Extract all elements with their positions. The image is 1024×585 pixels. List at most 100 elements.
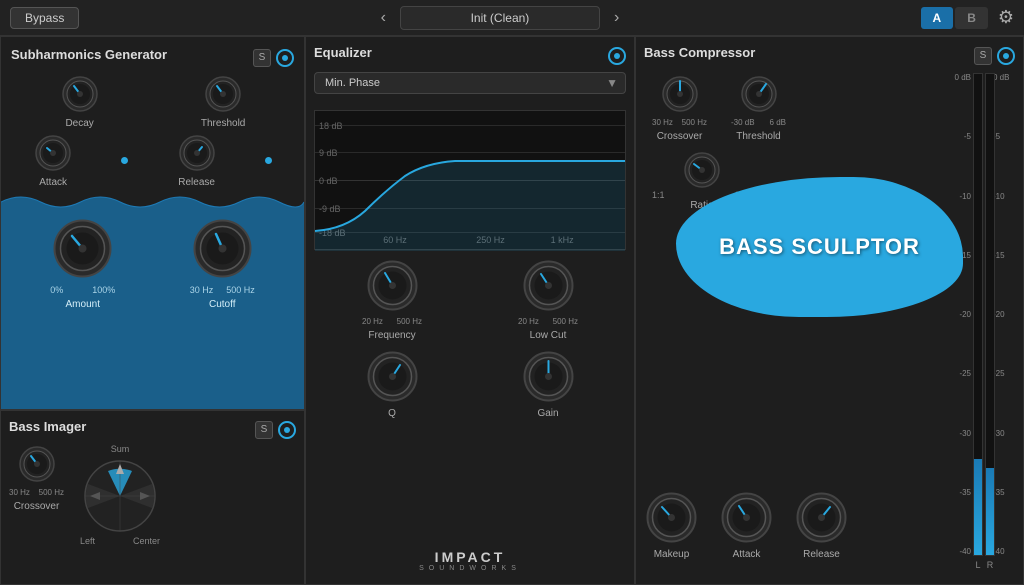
vu-scale-r-5: -5 (993, 132, 1021, 141)
vu-meter-left (973, 73, 983, 556)
eq-frequency-label: Frequency (368, 330, 415, 341)
bypass-button[interactable]: Bypass (10, 7, 79, 29)
compressor-panel: Bass Compressor S 30 Hz 500 Hz (635, 36, 1024, 585)
accent-dot-left (121, 157, 128, 164)
eq-gain-knob[interactable] (521, 349, 576, 404)
bass-imager-panel: Bass Imager S 30 Hz (0, 410, 305, 585)
preset-name: Init (Clean) (400, 6, 600, 30)
top-bar: Bypass ‹ Init (Clean) › A B ⚙ (0, 0, 1024, 36)
imager-crossover-max-label: 500 Hz (39, 488, 64, 497)
vu-scale-r-10: -10 (993, 192, 1021, 201)
comp-crossover-knob[interactable] (660, 74, 700, 114)
bass-imager-s-button[interactable]: S (255, 421, 273, 439)
vu-left-label: L (973, 560, 983, 570)
imager-crossover-knob[interactable] (17, 444, 57, 484)
vu-scale-r-30: -30 (993, 429, 1021, 438)
makeup-knob-group: Makeup (644, 490, 699, 560)
bass-imager-power-button[interactable] (278, 421, 296, 439)
vu-meter-right (985, 73, 995, 556)
comp-crossover-label: Crossover (657, 131, 703, 142)
comp-threshold-knob-group: -30 dB 6 dB Threshold (731, 74, 786, 142)
comp-attack-label: Attack (733, 549, 761, 560)
sub-upper-knobs: Decay Threshold (9, 74, 296, 129)
vu-scale-r-35: -35 (993, 488, 1021, 497)
blue-knobs: 0% 100% Amount (13, 216, 292, 310)
imager-crossover-label: Crossover (14, 501, 60, 512)
accent-dot-right (265, 157, 272, 164)
amount-min-label: 0% (50, 285, 63, 295)
eq-mode-dropdown[interactable]: Min. Phase (314, 72, 626, 94)
vu-scale-r-40: -40 (993, 547, 1021, 556)
equalizer-panel: Equalizer Min. Phase ▼ 18 dB 9 dB 0 dB -… (305, 36, 635, 585)
subharmonics-s-button[interactable]: S (253, 49, 271, 67)
eq-lowcut-max-label: 500 Hz (553, 317, 578, 326)
ratio-knob[interactable] (682, 150, 722, 190)
main-content: Subharmonics Generator S Decay (0, 36, 1024, 585)
preset-navigation: ‹ Init (Clean) › (375, 6, 626, 30)
impact-sub: SOUNDWORKS (419, 565, 521, 572)
decay-knob[interactable] (60, 74, 100, 114)
threshold-knob-group: Threshold (201, 74, 245, 129)
compressor-s-button[interactable]: S (974, 47, 992, 65)
amount-knob-group: 0% 100% Amount (50, 216, 115, 310)
ab-a-button[interactable]: A (921, 7, 954, 29)
subharmonics-power-button[interactable] (276, 49, 294, 67)
vu-scale-20: -20 (943, 310, 971, 319)
comp-threshold-knob[interactable] (739, 74, 779, 114)
eq-frequency-knob-group: 20 Hz 500 Hz Frequency (362, 258, 422, 341)
amount-label: Amount (66, 299, 100, 310)
release-knob[interactable] (177, 133, 217, 173)
vu-meters (973, 73, 995, 556)
cutoff-knob[interactable] (190, 216, 255, 281)
vu-scale-left: 0 dB -5 -10 -15 -20 -25 -30 -35 -40 (943, 73, 971, 556)
comp-release-knob-group: Release (794, 490, 849, 560)
comp-release-knob[interactable] (794, 490, 849, 545)
amount-knob[interactable] (50, 216, 115, 281)
vu-scale-10: -10 (943, 192, 971, 201)
cutoff-max-label: 500 Hz (226, 285, 255, 295)
comp-threshold-min-label: -30 dB (731, 118, 755, 127)
makeup-knob[interactable] (644, 490, 699, 545)
vu-scale-r-0db: 0 dB (993, 73, 1021, 82)
vu-scale-r-15: -15 (993, 251, 1021, 260)
comp-attack-knob[interactable] (719, 490, 774, 545)
equalizer-power-button[interactable] (608, 47, 626, 65)
imager-crossover-knob-group: 30 Hz 500 Hz Crossover (9, 444, 64, 512)
comp-threshold-max-label: 6 dB (770, 118, 786, 127)
vu-scale-5: -5 (943, 132, 971, 141)
vu-right-label: R (985, 560, 995, 570)
amount-max-label: 100% (92, 285, 115, 295)
release-knob-group: Release (177, 133, 217, 188)
impact-name: IMPACT (419, 549, 521, 565)
ab-group: A B ⚙ (921, 7, 1014, 29)
eq-lowcut-label: Low Cut (530, 330, 567, 341)
compressor-power-button[interactable] (997, 47, 1015, 65)
next-preset-button[interactable]: › (608, 9, 625, 27)
ratio-min-label: 1:1 (652, 190, 665, 200)
bass-sculptor-text: BASS SCULPTOR (719, 234, 920, 260)
prev-preset-button[interactable]: ‹ (375, 9, 392, 27)
vu-scale-35: -35 (943, 488, 971, 497)
eq-freq-min-label: 20 Hz (362, 317, 383, 326)
eq-frequency-knob[interactable] (365, 258, 420, 313)
eq-curve-svg (315, 111, 625, 251)
eq-q-knob[interactable] (365, 349, 420, 404)
vu-scale-40: -40 (943, 547, 971, 556)
threshold-knob[interactable] (203, 74, 243, 114)
eq-gain-label: Gain (537, 408, 558, 419)
eq-lowcut-knob[interactable] (521, 258, 576, 313)
comp-crossover-min-label: 30 Hz (652, 118, 673, 127)
eq-knobs-row1: 20 Hz 500 Hz Frequency 20 Hz 500 Hz Low (314, 258, 626, 341)
vu-fill-right (986, 468, 994, 555)
attack-knob[interactable] (33, 133, 73, 173)
center-label: Center (133, 536, 160, 546)
subharmonics-panel: Subharmonics Generator S Decay (0, 36, 305, 410)
settings-button[interactable]: ⚙ (998, 7, 1014, 28)
ab-b-button[interactable]: B (955, 7, 988, 29)
attack-knob-group: Attack (33, 133, 73, 188)
eq-q-knob-group: Q (365, 349, 420, 419)
release-label: Release (178, 177, 215, 188)
attack-label: Attack (39, 177, 67, 188)
panner-widget[interactable] (80, 456, 160, 536)
cutoff-label: Cutoff (209, 299, 236, 310)
